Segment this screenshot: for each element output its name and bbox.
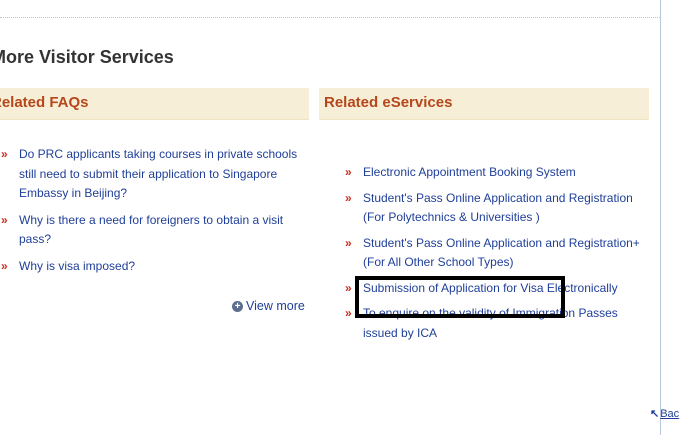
bullet-icon: » (345, 165, 352, 179)
right-border-rule (660, 0, 661, 435)
faq-link-prc-applicants[interactable]: Do PRC applicants taking courses in priv… (19, 147, 297, 200)
eservices-list: » Electronic Appointment Booking System … (343, 163, 643, 349)
back-to-top-link[interactable]: ↖Bac (650, 407, 679, 420)
bullet-icon: » (345, 306, 352, 320)
faq-item: » Do PRC applicants taking courses in pr… (0, 145, 309, 204)
plus-circle-icon: + (232, 301, 243, 312)
bullet-icon: » (1, 212, 8, 227)
bullet-icon: » (1, 147, 8, 161)
faq-list: » Do PRC applicants taking courses in pr… (0, 145, 309, 283)
bullet-icon: » (345, 235, 352, 250)
faq-item: » Why is there a need for foreigners to … (0, 211, 309, 250)
arrow-up-left-icon: ↖ (650, 408, 660, 420)
view-more-label: View more (246, 299, 305, 313)
eservice-link-students-pass-other[interactable]: Student's Pass Online Application and Re… (363, 236, 640, 270)
faq-link-visa-imposed[interactable]: Why is visa imposed? (19, 259, 135, 273)
eservice-link-students-pass-poly[interactable]: Student's Pass Online Application and Re… (363, 191, 633, 225)
eservice-item: » Student's Pass Online Application and … (343, 234, 643, 273)
eservice-item: » Electronic Appointment Booking System (343, 163, 643, 183)
related-faqs-header: Related FAQs (0, 88, 309, 120)
back-label: Bac (660, 408, 680, 420)
top-divider (0, 17, 660, 18)
section-title: More Visitor Services (0, 47, 174, 67)
eservice-link-appointment-booking[interactable]: Electronic Appointment Booking System (363, 165, 576, 179)
faq-link-visit-pass[interactable]: Why is there a need for foreigners to ob… (19, 213, 283, 247)
related-eservices-header: Related eServices (319, 88, 649, 120)
bullet-icon: » (345, 190, 352, 205)
faq-item: » Why is visa imposed? (0, 257, 309, 277)
bullet-icon: » (345, 280, 352, 295)
highlight-box (355, 276, 565, 318)
view-more-link[interactable]: + View more (232, 299, 305, 313)
bullet-icon: » (1, 258, 8, 273)
eservice-item: » Student's Pass Online Application and … (343, 189, 643, 228)
